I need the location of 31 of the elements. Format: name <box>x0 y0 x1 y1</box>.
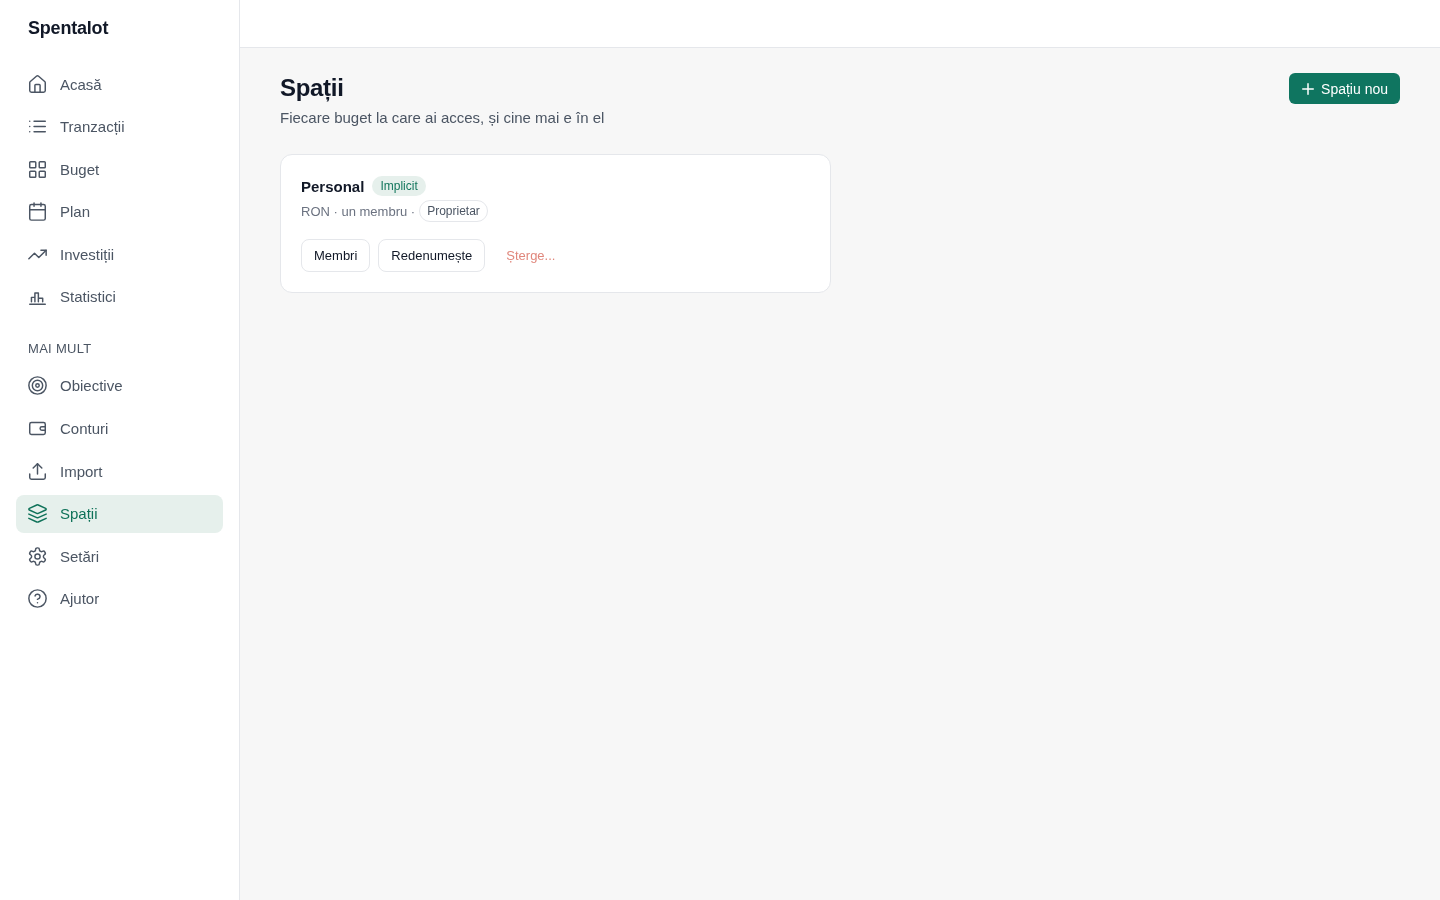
nav-item[interactable]: Investiții <box>16 235 223 274</box>
upload-icon <box>28 461 47 481</box>
nav-item[interactable]: Plan <box>16 192 223 231</box>
nav-item[interactable]: Setări <box>16 537 223 576</box>
new-space-button[interactable]: Spațiu nou <box>1289 73 1400 104</box>
layers-icon <box>28 504 47 524</box>
section-title: MAI MULT <box>27 340 92 357</box>
rename-button[interactable]: Redenumește <box>378 239 486 272</box>
space-meta: RON · un membru · <box>301 203 416 219</box>
target-icon <box>28 376 47 396</box>
home-icon <box>28 74 47 94</box>
help-icon <box>28 589 47 609</box>
nav-item[interactable]: Buget <box>16 150 223 189</box>
grid-icon <box>28 159 47 179</box>
nav-item[interactable]: Statistici <box>16 277 223 316</box>
calendar-icon <box>28 202 47 222</box>
page-title: Spații <box>280 73 344 103</box>
app-logo-text: Spentalot <box>27 17 109 40</box>
plus-icon <box>1302 82 1315 95</box>
nav-item[interactable]: Obiective <box>16 366 223 405</box>
nav-item[interactable]: Tranzacții <box>16 107 223 146</box>
nav-item[interactable]: Acasă <box>16 65 223 103</box>
members-button[interactable]: Membri <box>301 239 371 272</box>
nav-item[interactable]: Ajutor <box>16 579 223 618</box>
settings-icon <box>28 546 47 566</box>
nav-item[interactable]: Spații <box>16 494 223 533</box>
nav-item[interactable]: Import <box>16 452 223 491</box>
space-name: Personal <box>301 177 365 195</box>
nav-item[interactable]: Conturi <box>16 409 223 448</box>
default-badge: Implicit <box>372 176 426 196</box>
page-subtitle: Fiecare buget la care ai acces, și cine mai e în el <box>280 108 605 128</box>
